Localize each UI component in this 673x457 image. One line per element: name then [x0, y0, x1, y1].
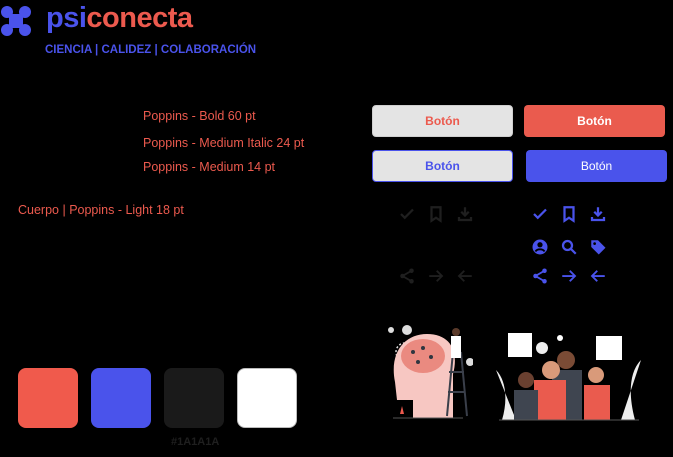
type-spec-medium-italic: Poppins - Medium Italic 24 pt [143, 136, 305, 150]
family-illustration [496, 333, 641, 421]
check-icon[interactable] [531, 205, 549, 223]
brand-logo: psiconecta [46, 2, 193, 35]
type-spec-bold: Poppins - Bold 60 pt [143, 109, 256, 123]
brain-illustration [388, 325, 473, 419]
primary-blue-button[interactable]: Botón [526, 150, 667, 182]
color-hex-label: #1A1A1A [171, 436, 220, 448]
check-icon [400, 208, 414, 220]
tag-icon[interactable] [589, 238, 607, 256]
primary-red-button[interactable]: Botón [524, 105, 665, 137]
color-swatch-blue [91, 368, 151, 428]
logo-mark-icon [1, 6, 31, 36]
download-icon [457, 207, 473, 222]
secondary-blue-button[interactable]: Botón [372, 150, 513, 182]
arrow-right-icon[interactable] [560, 267, 578, 285]
user-icon[interactable] [531, 238, 549, 256]
secondary-red-button[interactable]: Botón [372, 105, 513, 137]
tagline: CIENCIA | CALIDEZ | COLABORACIÓN [45, 44, 257, 56]
arrow-right-icon [429, 270, 444, 282]
type-spec-medium: Poppins - Medium 14 pt [143, 160, 276, 174]
arrow-left-icon [457, 270, 472, 282]
color-swatch-red [18, 368, 78, 428]
arrow-left-icon[interactable] [589, 267, 607, 285]
share-icon[interactable] [531, 267, 549, 285]
type-spec-body: Cuerpo | Poppins - Light 18 pt [18, 203, 184, 217]
brand-name-psi: psi [46, 2, 87, 34]
search-icon[interactable] [560, 238, 578, 256]
download-icon[interactable] [589, 205, 607, 223]
share-icon [400, 268, 414, 284]
color-swatch-white [237, 368, 297, 428]
brand-name-conecta: conecta [86, 2, 193, 34]
bookmark-icon[interactable] [560, 205, 578, 223]
color-swatch-dark [164, 368, 224, 428]
bookmark-icon [430, 206, 442, 223]
